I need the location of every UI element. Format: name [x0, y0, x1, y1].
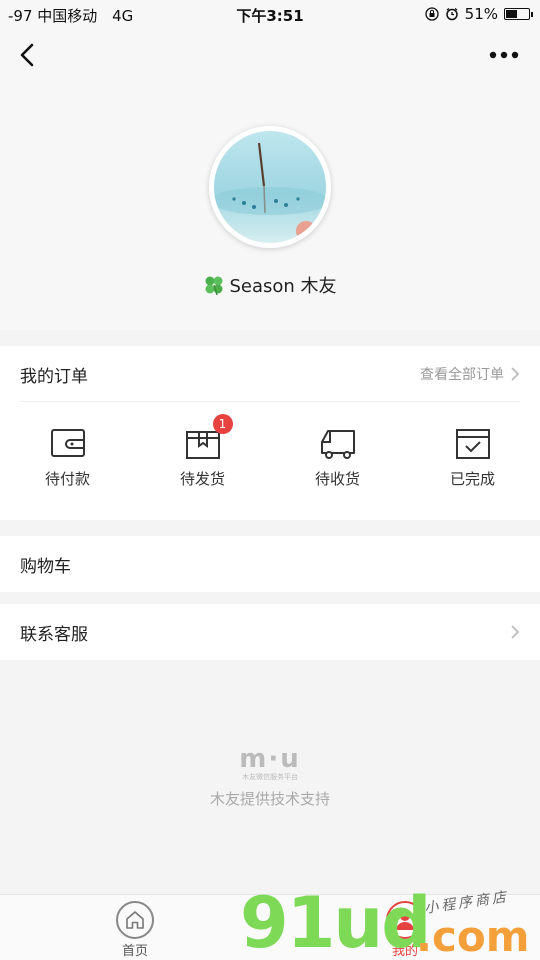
orders-header: 我的订单 查看全部订单	[20, 346, 520, 402]
tab-home[interactable]: 首页	[105, 901, 165, 959]
battery-percent: 51%	[464, 5, 498, 23]
order-label: 待付款	[44, 470, 90, 488]
order-pending-payment[interactable]: 待付款	[0, 426, 135, 489]
user-icon	[386, 901, 424, 939]
four-leaf-clover-icon	[205, 276, 223, 296]
order-label: 待收货	[314, 470, 360, 488]
view-all-orders-link[interactable]: 查看全部订单	[420, 364, 520, 384]
navigation-bar	[0, 28, 540, 82]
notification-badge: 1	[212, 414, 233, 434]
orientation-lock-icon	[425, 7, 439, 21]
more-dots-icon[interactable]	[488, 48, 520, 62]
truck-icon	[320, 430, 355, 459]
tech-support-text: 木友提供技术支持	[209, 790, 330, 808]
tab-mine[interactable]: 我的	[375, 901, 435, 959]
avatar-image	[214, 131, 326, 243]
chevron-right-icon	[511, 367, 520, 381]
package-icon-wrap: 1	[183, 414, 233, 462]
order-status-list: 待付款 1 待发货 待收货 已完成	[0, 414, 540, 489]
tab-label: 首页	[121, 944, 148, 959]
contact-service-row[interactable]: 联系客服	[0, 604, 540, 660]
tab-label: 我的	[391, 944, 418, 959]
order-label: 已完成	[449, 470, 495, 488]
battery-icon	[504, 8, 533, 20]
logo-subtitle: 木友微信服务平台	[242, 773, 298, 781]
avatar[interactable]	[209, 126, 331, 248]
mu-logo: m·u 木友微信服务平台	[0, 744, 540, 782]
view-all-label: 查看全部订单	[420, 367, 504, 383]
home-icon	[116, 901, 154, 939]
alarm-icon	[445, 7, 458, 21]
shopping-cart-row[interactable]: 购物车	[0, 536, 540, 592]
completed-box-icon	[455, 429, 490, 459]
order-pending-shipment[interactable]: 1 待发货	[135, 414, 270, 489]
profile-section: Season 木友	[0, 82, 540, 330]
order-label: 待发货	[179, 470, 225, 488]
wallet-icon	[50, 429, 85, 457]
battery-level	[506, 10, 517, 18]
chevron-left-icon[interactable]	[14, 40, 44, 70]
order-pending-receipt[interactable]: 待收货	[270, 426, 405, 489]
order-completed[interactable]: 已完成	[405, 426, 540, 489]
username: Season 木友	[0, 272, 540, 298]
status-bar: -97 中国移动 4G 下午3:51 51%	[0, 0, 540, 28]
status-icons: 51%	[425, 5, 533, 23]
logo-mark: m·u	[239, 744, 301, 774]
orders-title: 我的订单	[20, 367, 88, 387]
chevron-right-icon	[511, 625, 520, 639]
username-text: Season 木友	[229, 276, 337, 297]
tab-bar: 首页 我的	[0, 894, 540, 960]
my-orders-card: 我的订单 查看全部订单 待付款 1 待发货 待收货 已完成	[0, 346, 540, 520]
contact-service-label: 联系客服	[20, 625, 88, 645]
shopping-cart-label: 购物车	[20, 557, 71, 577]
